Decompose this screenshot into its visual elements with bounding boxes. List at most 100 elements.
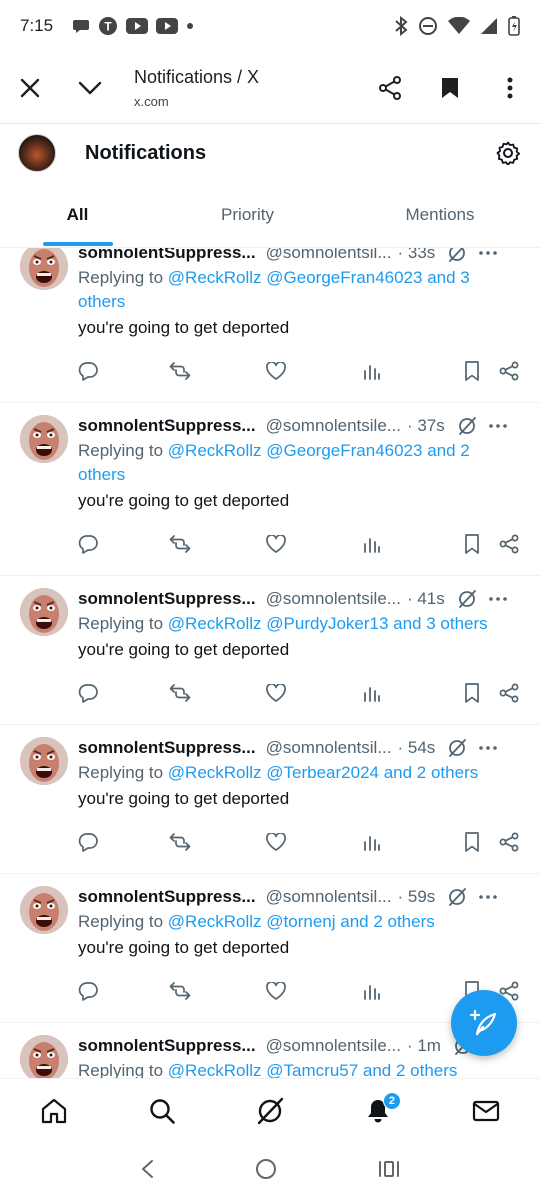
post-more-button[interactable]: [479, 895, 498, 899]
author-avatar[interactable]: [20, 415, 68, 463]
bookmark-button[interactable]: [452, 524, 492, 564]
grok-button[interactable]: [447, 887, 467, 907]
post-time: · 54s: [397, 738, 436, 757]
views-button[interactable]: [352, 822, 392, 862]
repost-button[interactable]: [160, 971, 200, 1011]
close-tab-button[interactable]: [0, 52, 60, 124]
post-more-button[interactable]: [479, 746, 498, 750]
author-name[interactable]: somnolentSuppress...: [78, 416, 256, 436]
browser-url: x.com: [134, 93, 169, 109]
author-avatar[interactable]: [20, 737, 68, 785]
reply-button[interactable]: [68, 673, 108, 713]
reply-mentions[interactable]: @ReckRollz @PurdyJoker13 and 3 others: [168, 614, 488, 633]
author-name[interactable]: somnolentSuppress...: [78, 589, 256, 609]
bookmark-button[interactable]: [452, 822, 492, 862]
reply-mentions[interactable]: @ReckRollz @Terbear2024 and 2 others: [168, 763, 478, 782]
home-circle-icon: [255, 1158, 276, 1179]
repost-icon: [169, 684, 191, 702]
repost-icon: [169, 833, 191, 851]
profile-avatar[interactable]: [18, 134, 56, 172]
reply-mentions[interactable]: @ReckRollz @tornenj and 2 others: [168, 912, 435, 931]
replying-to: Replying to @ReckRollz @Tamcru57 and 2 o…: [78, 1059, 526, 1078]
back-icon: [142, 1159, 154, 1178]
bookmark-page-button[interactable]: [420, 52, 480, 124]
author-avatar[interactable]: [20, 886, 68, 934]
heart-icon: [266, 535, 286, 553]
tab-mentions[interactable]: Mentions: [340, 182, 540, 247]
author-avatar[interactable]: [20, 588, 68, 636]
views-button[interactable]: [352, 673, 392, 713]
author-avatar[interactable]: [20, 1035, 68, 1078]
avatar-image: [20, 248, 68, 290]
share-post-button[interactable]: [492, 351, 526, 391]
notification-post[interactable]: somnolentSuppress... @somnolentsil... · …: [0, 248, 540, 403]
repost-button[interactable]: [160, 351, 200, 391]
reply-button[interactable]: [68, 822, 108, 862]
author-handle[interactable]: @somnolentsil...: [266, 887, 392, 907]
dot-icon: [187, 23, 193, 29]
notifications-feed[interactable]: somnolentSuppress... @somnolentsil... · …: [0, 248, 540, 1078]
author-handle[interactable]: @somnolentsil...: [266, 248, 392, 263]
reply-button[interactable]: [68, 971, 108, 1011]
post-more-button[interactable]: [488, 597, 507, 601]
reply-mentions[interactable]: @ReckRollz @Tamcru57 and 2 others: [168, 1061, 458, 1078]
browser-menu-button[interactable]: [480, 52, 540, 124]
nav-home[interactable]: [27, 1084, 81, 1138]
notification-post[interactable]: somnolentSuppress... @somnolentsil... · …: [0, 725, 540, 874]
nav-notifications[interactable]: 2: [351, 1084, 405, 1138]
notification-post[interactable]: somnolentSuppress... @somnolentsile... ·…: [0, 576, 540, 725]
bookmark-button[interactable]: [452, 673, 492, 713]
like-button[interactable]: [256, 524, 296, 564]
views-button[interactable]: [352, 524, 392, 564]
author-name[interactable]: somnolentSuppress...: [78, 738, 256, 758]
minimize-tab-button[interactable]: [60, 52, 120, 124]
heart-icon: [266, 833, 286, 851]
post-more-button[interactable]: [488, 424, 507, 428]
share-post-button[interactable]: [492, 524, 526, 564]
reply-button[interactable]: [68, 524, 108, 564]
grok-button[interactable]: [447, 738, 467, 758]
share-post-button[interactable]: [492, 673, 526, 713]
tab-all[interactable]: All: [0, 182, 155, 247]
share-post-button[interactable]: [492, 822, 526, 862]
tab-priority[interactable]: Priority: [155, 182, 340, 247]
author-avatar[interactable]: [20, 248, 68, 290]
like-button[interactable]: [256, 971, 296, 1011]
nav-explore[interactable]: [135, 1084, 189, 1138]
grok-button[interactable]: [457, 416, 477, 436]
more-vertical-icon: [507, 77, 513, 98]
repost-button[interactable]: [160, 673, 200, 713]
grok-button[interactable]: [447, 248, 467, 263]
compose-post-button[interactable]: [451, 990, 517, 1056]
author-handle[interactable]: @somnolentsile...: [266, 416, 401, 436]
post-more-button[interactable]: [479, 251, 498, 255]
reply-icon: [78, 362, 98, 381]
notification-post[interactable]: somnolentSuppress... @somnolentsile... ·…: [0, 403, 540, 576]
views-button[interactable]: [352, 351, 392, 391]
repost-button[interactable]: [160, 822, 200, 862]
author-handle[interactable]: @somnolentsile...: [266, 589, 401, 609]
repost-button[interactable]: [160, 524, 200, 564]
author-name[interactable]: somnolentSuppress...: [78, 248, 256, 263]
author-handle[interactable]: @somnolentsile...: [266, 1036, 401, 1056]
system-home-button[interactable]: [255, 1158, 277, 1185]
reply-icon: [78, 684, 98, 703]
replying-to-label: Replying to: [78, 614, 168, 633]
like-button[interactable]: [256, 822, 296, 862]
views-button[interactable]: [352, 971, 392, 1011]
bookmark-button[interactable]: [452, 351, 492, 391]
reply-button[interactable]: [68, 351, 108, 391]
system-back-button[interactable]: [140, 1159, 154, 1184]
nav-grok[interactable]: [243, 1084, 297, 1138]
author-name[interactable]: somnolentSuppress...: [78, 1036, 256, 1056]
nav-messages[interactable]: [459, 1084, 513, 1138]
settings-button[interactable]: [494, 139, 522, 167]
grok-button[interactable]: [457, 589, 477, 609]
author-name[interactable]: somnolentSuppress...: [78, 887, 256, 907]
more-horizontal-icon: [479, 251, 498, 255]
like-button[interactable]: [256, 673, 296, 713]
author-handle[interactable]: @somnolentsil...: [266, 738, 392, 758]
like-button[interactable]: [256, 351, 296, 391]
system-recents-button[interactable]: [378, 1160, 400, 1183]
share-button[interactable]: [360, 52, 420, 124]
